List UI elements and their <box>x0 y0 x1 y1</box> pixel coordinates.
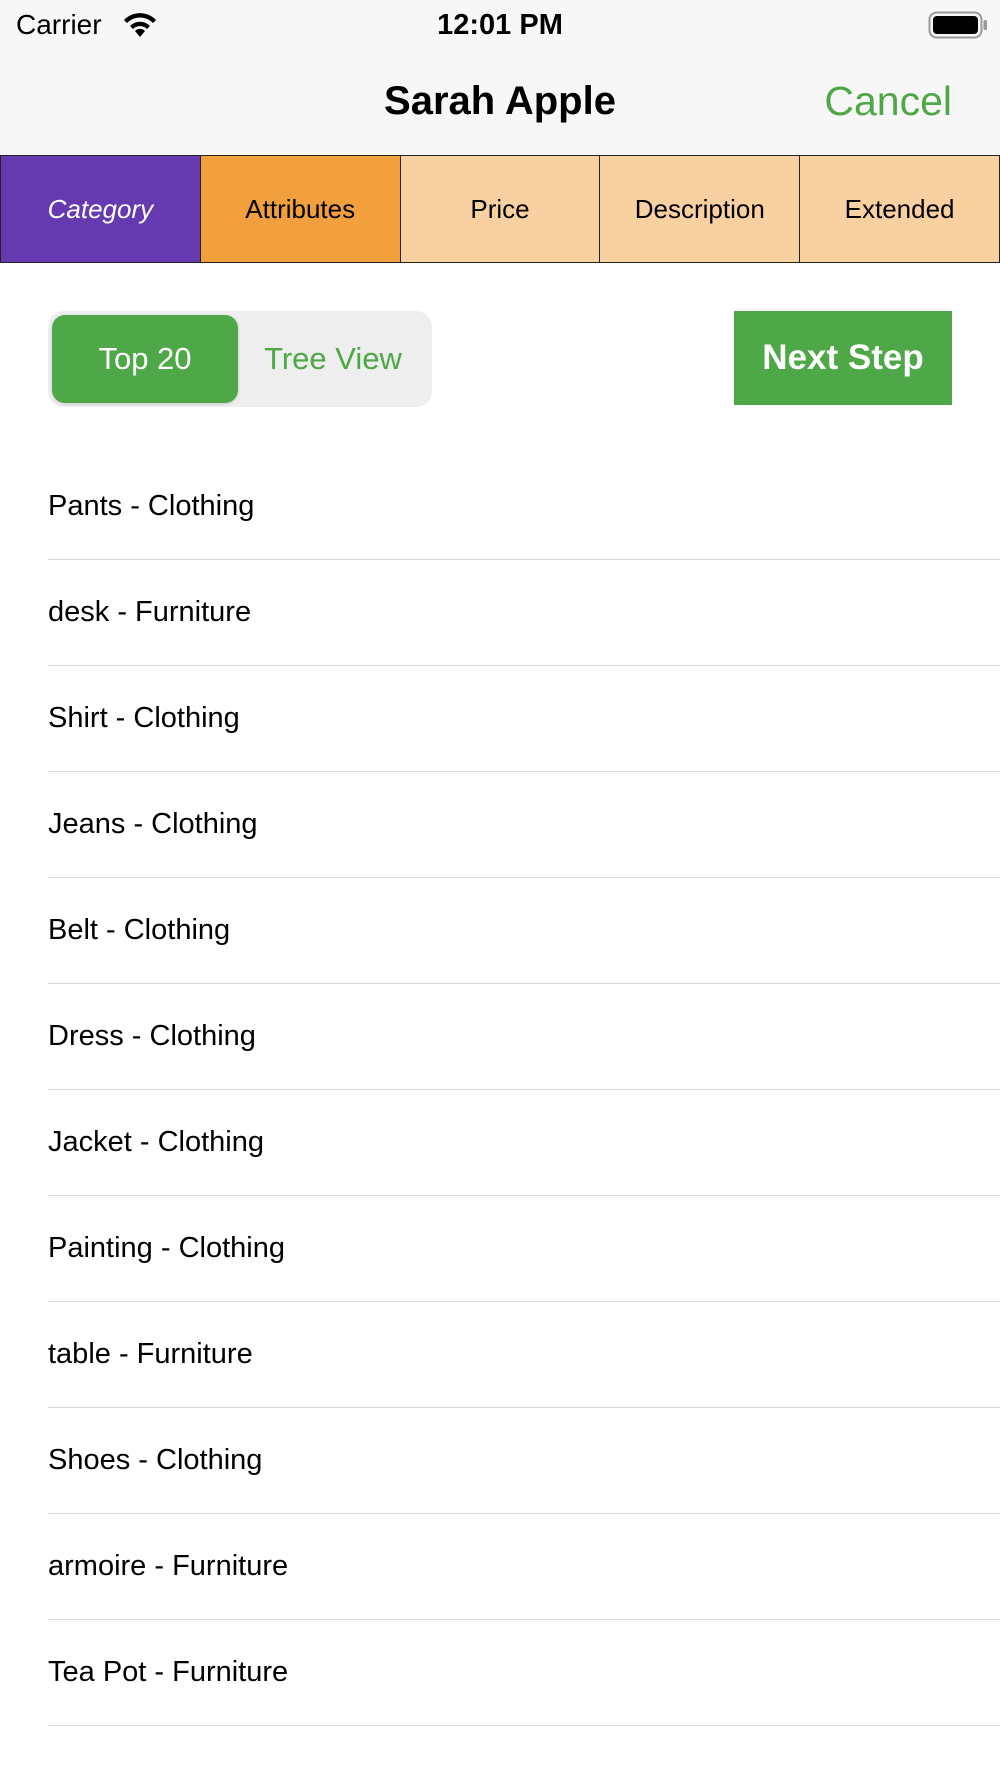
list-item[interactable]: Jacket - Clothing <box>48 1090 1000 1196</box>
list-item[interactable]: Tea Pot - Furniture <box>48 1620 1000 1726</box>
list-item[interactable]: armoire - Furniture <box>48 1514 1000 1620</box>
list-item[interactable]: Shoes - Clothing <box>48 1408 1000 1514</box>
tree-view-segment[interactable]: Tree View <box>238 315 428 403</box>
list-item[interactable]: table - Furniture <box>48 1302 1000 1408</box>
view-toggle: Top 20 Tree View <box>48 311 432 407</box>
battery-icon <box>928 11 988 39</box>
navigation-bar: Sarah Apple Cancel <box>0 50 1000 155</box>
category-list: Pants - Clothing desk - Furniture Shirt … <box>48 454 1000 1726</box>
list-item[interactable]: Pants - Clothing <box>48 454 1000 560</box>
tab-description[interactable]: Description <box>600 155 801 263</box>
tab-category[interactable]: Category <box>0 155 201 263</box>
list-item[interactable]: Belt - Clothing <box>48 878 1000 984</box>
list-item[interactable]: desk - Furniture <box>48 560 1000 666</box>
list-item[interactable]: Jeans - Clothing <box>48 772 1000 878</box>
cancel-button[interactable]: Cancel <box>824 78 952 124</box>
list-item[interactable]: Shirt - Clothing <box>48 666 1000 772</box>
tab-attributes[interactable]: Attributes <box>200 155 401 263</box>
status-bar: Carrier 12:01 PM <box>0 0 1000 50</box>
step-tabs: Category Attributes Price Description Ex… <box>0 155 1000 263</box>
top-20-segment[interactable]: Top 20 <box>52 315 238 403</box>
status-time: 12:01 PM <box>437 9 563 41</box>
tab-extended[interactable]: Extended <box>800 155 1000 263</box>
next-step-button[interactable]: Next Step <box>734 311 952 405</box>
list-item[interactable]: Dress - Clothing <box>48 984 1000 1090</box>
tab-price[interactable]: Price <box>400 155 601 263</box>
list-item[interactable]: Painting - Clothing <box>48 1196 1000 1302</box>
